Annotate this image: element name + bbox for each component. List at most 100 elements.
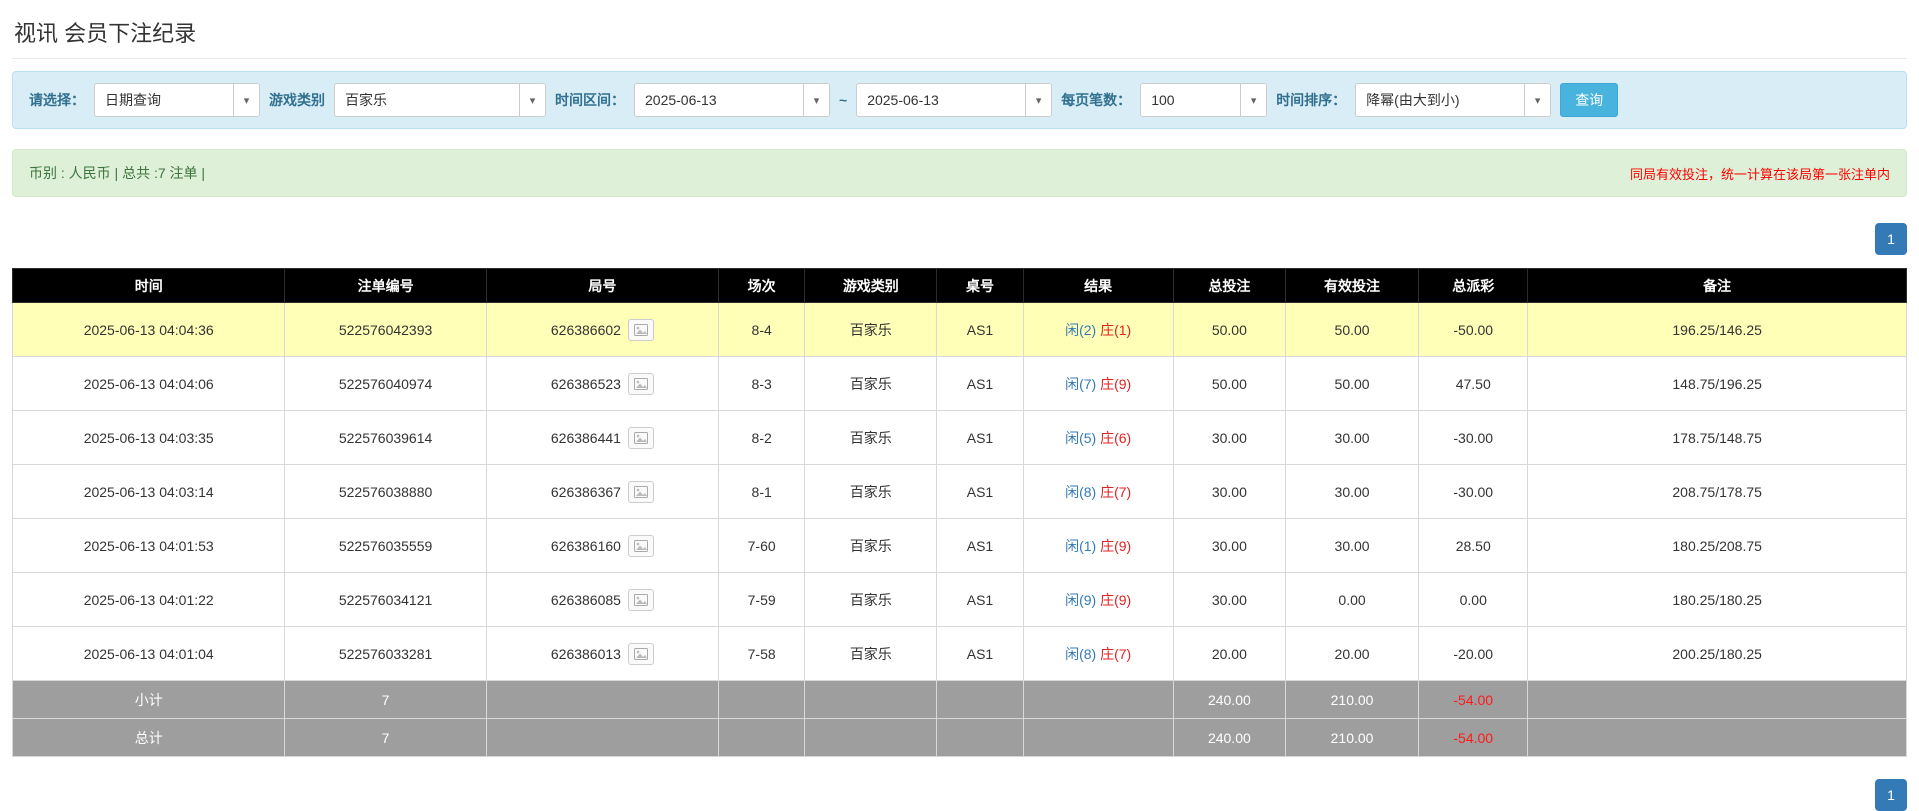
- total-bet-cell[interactable]: 50.00: [1173, 303, 1285, 357]
- total-valid-bet: 210.00: [1285, 719, 1418, 757]
- total-bet-cell[interactable]: 30.00: [1173, 573, 1285, 627]
- banker-result: 庄(9): [1100, 376, 1131, 392]
- payout-cell: -30.00: [1419, 411, 1528, 465]
- total-bet-cell[interactable]: 30.00: [1173, 411, 1285, 465]
- result-image-icon[interactable]: [628, 427, 654, 449]
- session-cell: 7-59: [719, 573, 805, 627]
- total-count: 7: [285, 719, 486, 757]
- payout-cell: 47.50: [1419, 357, 1528, 411]
- round-id: 626386602: [551, 322, 621, 338]
- result-image-icon[interactable]: [628, 589, 654, 611]
- session-cell: 8-1: [719, 465, 805, 519]
- result-cell: 闲(8) 庄(7): [1023, 627, 1173, 681]
- result-cell: 闲(5) 庄(6): [1023, 411, 1173, 465]
- note-cell: 180.25/180.25: [1528, 573, 1907, 627]
- round-id: 626386523: [551, 376, 621, 392]
- result-image-icon[interactable]: [628, 481, 654, 503]
- pagination-bottom: 1: [12, 779, 1907, 811]
- subtotal-payout: -54.00: [1419, 681, 1528, 719]
- game-type-cell: 百家乐: [805, 519, 937, 573]
- page-container: 视讯 会员下注纪录 请选择： 日期查询 ▾ 游戏类别 百家乐 ▾ 时间区间： 2…: [0, 16, 1919, 811]
- result-image-icon[interactable]: [628, 535, 654, 557]
- summary-bar: 币别 : 人民币 | 总共 :7 注单 | 同局有效投注，统一计算在该局第一张注…: [12, 149, 1907, 197]
- result-image-icon[interactable]: [628, 319, 654, 341]
- note-cell: 178.75/148.75: [1528, 411, 1907, 465]
- table-row: 2025-06-13 04:01:04 522576033281 6263860…: [13, 627, 1907, 681]
- player-result: 闲(2): [1065, 322, 1096, 338]
- query-type-select[interactable]: 日期查询 ▾: [94, 83, 260, 117]
- total-bet-cell[interactable]: 30.00: [1173, 465, 1285, 519]
- round-cell: 626386367: [486, 465, 718, 519]
- time-cell: 2025-06-13 04:03:35: [13, 411, 285, 465]
- subtotal-label: 小计: [13, 681, 285, 719]
- date-to-value: 2025-06-13: [857, 84, 1025, 116]
- player-result: 闲(7): [1065, 376, 1096, 392]
- time-cell: 2025-06-13 04:03:14: [13, 465, 285, 519]
- summary-notice: 同局有效投注，统一计算在该局第一张注单内: [1630, 164, 1890, 183]
- date-from-input[interactable]: 2025-06-13 ▾: [634, 83, 830, 117]
- result-cell: 闲(1) 庄(9): [1023, 519, 1173, 573]
- result-cell: 闲(8) 庄(7): [1023, 465, 1173, 519]
- page-size-select[interactable]: 100 ▾: [1140, 83, 1267, 117]
- chevron-down-icon[interactable]: ▾: [233, 84, 259, 116]
- subtotal-count: 7: [285, 681, 486, 719]
- payout-cell: 0.00: [1419, 573, 1528, 627]
- session-cell: 8-4: [719, 303, 805, 357]
- session-cell: 7-60: [719, 519, 805, 573]
- query-type-value: 日期查询: [95, 84, 233, 116]
- header-order-id: 注单编号: [285, 269, 486, 303]
- chevron-down-icon[interactable]: ▾: [803, 84, 829, 116]
- date-range-label: 时间区间：: [555, 90, 625, 110]
- date-tilde: ~: [839, 92, 847, 108]
- date-to-input[interactable]: 2025-06-13 ▾: [856, 83, 1052, 117]
- sort-select[interactable]: 降幂(由大到小) ▾: [1355, 83, 1551, 117]
- chevron-down-icon[interactable]: ▾: [519, 84, 545, 116]
- chevron-down-icon[interactable]: ▾: [1025, 84, 1051, 116]
- player-result: 闲(1): [1065, 538, 1096, 554]
- table-row: 2025-06-13 04:04:06 522576040974 6263865…: [13, 357, 1907, 411]
- round-cell: 626386602: [486, 303, 718, 357]
- time-cell: 2025-06-13 04:04:06: [13, 357, 285, 411]
- subtotal-valid-bet: 210.00: [1285, 681, 1418, 719]
- select-label: 请选择：: [29, 90, 85, 110]
- round-cell: 626386160: [486, 519, 718, 573]
- payout-cell: -50.00: [1419, 303, 1528, 357]
- round-id: 626386013: [551, 646, 621, 662]
- valid-bet-cell: 30.00: [1285, 519, 1418, 573]
- page-title: 视讯 会员下注纪录: [14, 16, 1907, 48]
- header-session: 场次: [719, 269, 805, 303]
- order-id-cell: 522576033281: [285, 627, 486, 681]
- result-image-icon[interactable]: [628, 643, 654, 665]
- round-id: 626386085: [551, 592, 621, 608]
- round-id: 626386367: [551, 484, 621, 500]
- table-row: 2025-06-13 04:03:14 522576038880 6263863…: [13, 465, 1907, 519]
- session-cell: 8-3: [719, 357, 805, 411]
- time-cell: 2025-06-13 04:01:53: [13, 519, 285, 573]
- total-bet-cell[interactable]: 50.00: [1173, 357, 1285, 411]
- header-time: 时间: [13, 269, 285, 303]
- table-row: 2025-06-13 04:04:36 522576042393 6263866…: [13, 303, 1907, 357]
- total-bet-cell[interactable]: 20.00: [1173, 627, 1285, 681]
- table-no-cell: AS1: [937, 357, 1023, 411]
- page-1-button[interactable]: 1: [1875, 223, 1907, 255]
- search-button[interactable]: 查询: [1560, 83, 1618, 117]
- total-bet-cell[interactable]: 30.00: [1173, 519, 1285, 573]
- note-cell: 180.25/208.75: [1528, 519, 1907, 573]
- chevron-down-icon[interactable]: ▾: [1524, 84, 1550, 116]
- payout-cell: -30.00: [1419, 465, 1528, 519]
- table-row: 2025-06-13 04:01:53 522576035559 6263861…: [13, 519, 1907, 573]
- header-game-type: 游戏类别: [805, 269, 937, 303]
- sort-label: 时间排序：: [1276, 90, 1346, 110]
- order-id-cell: 522576039614: [285, 411, 486, 465]
- table-no-cell: AS1: [937, 411, 1023, 465]
- result-image-icon[interactable]: [628, 373, 654, 395]
- page-1-button[interactable]: 1: [1875, 779, 1907, 811]
- round-cell: 626386441: [486, 411, 718, 465]
- game-type-cell: 百家乐: [805, 303, 937, 357]
- round-id: 626386441: [551, 430, 621, 446]
- order-id-cell: 522576035559: [285, 519, 486, 573]
- chevron-down-icon[interactable]: ▾: [1240, 84, 1266, 116]
- session-cell: 8-2: [719, 411, 805, 465]
- round-cell: 626386013: [486, 627, 718, 681]
- game-type-select[interactable]: 百家乐 ▾: [334, 83, 546, 117]
